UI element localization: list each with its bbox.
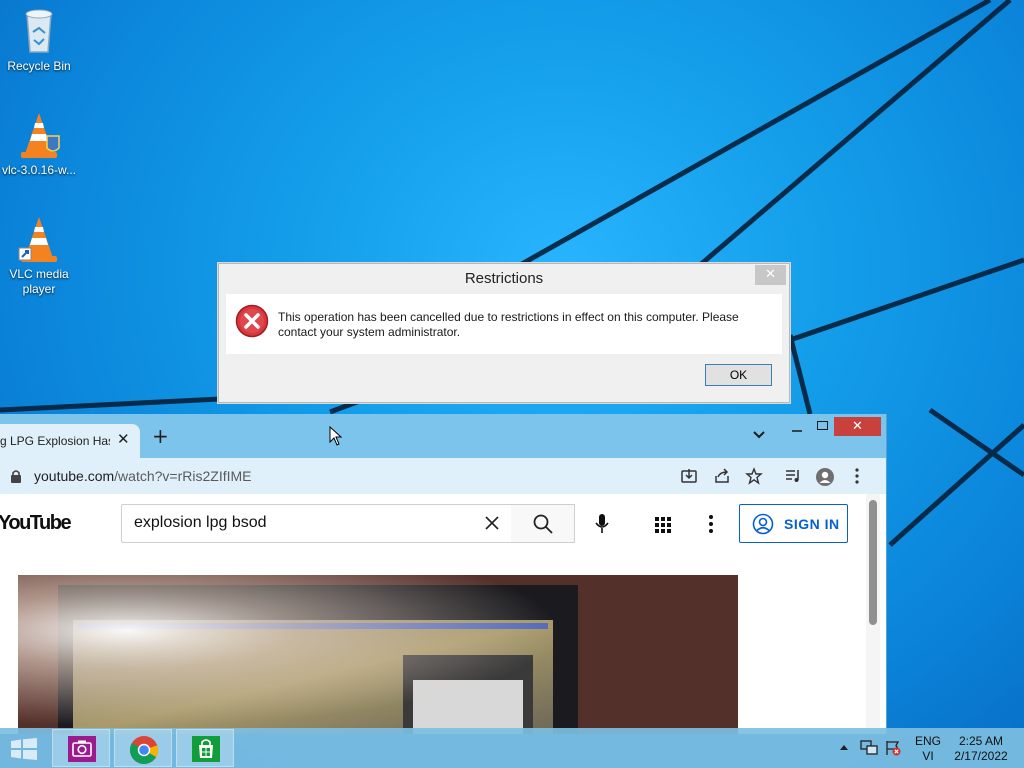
restrictions-dialog: Restrictions ✕ This operation has been c… (218, 263, 790, 403)
tab-search-chevron-icon[interactable] (750, 428, 768, 442)
store-app-icon (192, 736, 220, 762)
url-host: youtube.com (34, 468, 115, 484)
taskbar-app-camera[interactable] (52, 729, 110, 767)
dialog-title: Restrictions (464, 270, 544, 287)
show-hidden-icons-chevron-icon[interactable] (838, 742, 850, 752)
tab-close-button[interactable]: ✕ (117, 430, 130, 448)
dialog-close-button[interactable]: ✕ (755, 265, 786, 285)
video-player[interactable] (18, 575, 738, 734)
url-field[interactable]: youtube.com/watch?v=rRis2ZIfIME (34, 468, 252, 484)
desktop-icon-vlc-player[interactable]: VLC media player (0, 214, 78, 297)
desktop-icon-label: vlc-3.0.16-w... (1, 163, 77, 177)
recycle-bin-icon (25, 9, 53, 53)
language-label: ENG (914, 734, 941, 748)
bookmark-star-icon[interactable] (745, 467, 763, 485)
search-icon (533, 514, 553, 534)
dialog-message: This operation has been cancelled due to… (278, 310, 739, 339)
address-bar: youtube.com/watch?v=rRis2ZIfIME (0, 458, 886, 494)
taskbar-app-chrome[interactable] (114, 729, 172, 767)
clock[interactable]: 2:25 AM 2/17/2022 (950, 734, 1012, 764)
maximize-icon[interactable] (817, 421, 828, 430)
youtube-header: YouTube explosion lpg bsod SIGN IN (0, 494, 866, 554)
sign-in-button[interactable]: SIGN IN (739, 504, 848, 543)
ok-button[interactable]: OK (705, 364, 772, 386)
url-path: /watch?v=rRis2ZIfIME (114, 468, 252, 484)
search-input[interactable] (134, 512, 474, 534)
desktop-icon-vlc-installer[interactable]: vlc-3.0.16-w... (0, 110, 78, 178)
install-app-icon[interactable] (680, 467, 698, 485)
desktop-icon-recycle-bin[interactable]: Recycle Bin (0, 6, 78, 74)
windows-start-icon[interactable] (10, 738, 38, 760)
mouse-cursor-icon (329, 426, 343, 446)
window-close-button[interactable]: ✕ (834, 417, 881, 436)
search-button[interactable] (511, 504, 575, 543)
camera-app-icon (68, 736, 96, 762)
lock-icon[interactable] (10, 469, 22, 483)
sign-in-label: SIGN IN (784, 516, 840, 532)
account-icon (752, 513, 774, 535)
minimize-icon[interactable] (788, 419, 806, 433)
taskbar-app-store[interactable] (176, 729, 234, 767)
vlc-installer-icon (21, 113, 60, 158)
chrome-window: g LPG Explosion Has ✕ + ✕ youtube.com/wa… (0, 414, 887, 734)
microphone-icon[interactable] (594, 513, 610, 535)
media-control-icon[interactable] (784, 467, 802, 485)
tab-title: g LPG Explosion Has (0, 434, 110, 448)
dialog-body: This operation has been cancelled due to… (226, 294, 782, 354)
desktop-icon-label: VLC media player (9, 267, 69, 296)
clock-time: 2:25 AM (958, 734, 1004, 748)
more-options-icon[interactable] (707, 514, 715, 534)
language-indicator[interactable]: ENG VI (910, 734, 946, 764)
scrollbar-thumb[interactable] (869, 500, 877, 625)
dialog-titlebar[interactable]: Restrictions ✕ (219, 264, 789, 294)
clock-date: 2/17/2022 (954, 749, 1008, 763)
youtube-search-box[interactable] (121, 504, 512, 543)
profile-avatar-icon[interactable] (815, 467, 835, 487)
desktop-icon-label: Recycle Bin (7, 59, 71, 73)
apps-grid-icon[interactable] (654, 516, 672, 534)
video-frame (18, 575, 738, 734)
error-icon (235, 304, 269, 338)
action-center-flag-icon[interactable] (884, 740, 902, 756)
network-icon[interactable] (860, 740, 878, 756)
new-tab-button[interactable]: + (152, 426, 169, 446)
browser-menu-icon[interactable] (852, 467, 862, 485)
share-icon[interactable] (713, 467, 731, 485)
chrome-tab-active[interactable]: g LPG Explosion Has ✕ (0, 424, 140, 458)
chrome-tabbar: g LPG Explosion Has ✕ + ✕ (0, 414, 886, 458)
input-method-label: VI (922, 749, 934, 763)
youtube-logo[interactable]: YouTube (0, 512, 72, 535)
chrome-icon (130, 736, 159, 764)
page-scrollbar[interactable] (866, 494, 880, 734)
vlc-cone-icon (18, 217, 57, 262)
clear-search-icon[interactable] (484, 515, 500, 531)
taskbar: ENG VI 2:25 AM 2/17/2022 (0, 728, 1024, 768)
